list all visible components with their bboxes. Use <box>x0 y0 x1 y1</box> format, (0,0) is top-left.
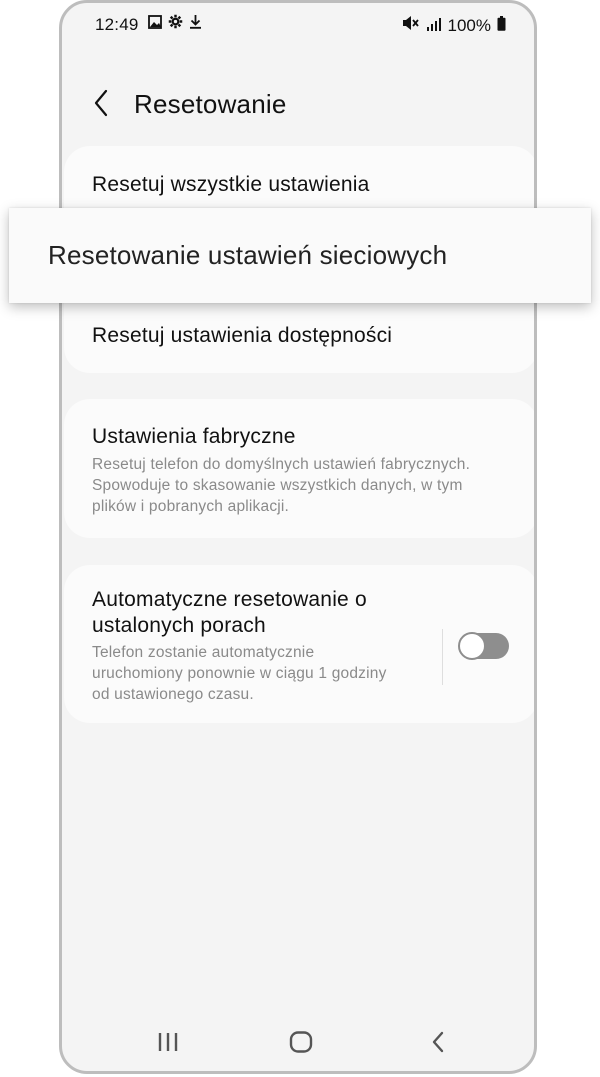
battery-icon <box>497 15 506 36</box>
status-icons-left <box>148 14 202 34</box>
back-button[interactable] <box>88 85 114 121</box>
auto-reset-desc-line: uruchomiony ponownie w ciągu 1 godziny <box>92 665 387 682</box>
factory-reset-card[interactable]: Ustawienia fabryczne Resetuj telefon do … <box>64 399 534 538</box>
phone-frame: 12:49 100% Resetowanie Resetuj wszystkie… <box>59 0 537 1074</box>
factory-reset-description: Resetuj telefon do domyślnych ustawień f… <box>92 454 470 517</box>
recent-apps-button[interactable] <box>148 1027 188 1057</box>
auto-reset-card[interactable]: Automatyczne resetowanie o ustalonych po… <box>64 565 534 723</box>
toggle-knob <box>458 632 486 660</box>
home-button[interactable] <box>281 1027 321 1057</box>
network-reset-item-highlight[interactable]: Resetowanie ustawień sieciowych <box>9 208 591 303</box>
auto-reset-title-line: Automatyczne resetowanie o <box>92 588 367 611</box>
back-icon <box>432 1031 444 1053</box>
recent-apps-icon <box>158 1033 178 1051</box>
network-reset-label: Resetowanie ustawień sieciowych <box>48 240 448 270</box>
toggle-divider <box>442 629 443 685</box>
reset-all-settings-item[interactable]: Resetuj wszystkie ustawienia <box>92 172 370 198</box>
nav-back-button[interactable] <box>418 1027 458 1057</box>
factory-reset-title: Ustawienia fabryczne <box>92 425 296 448</box>
chevron-left-icon <box>94 89 108 117</box>
navigation-bar <box>62 1011 534 1071</box>
mute-icon <box>402 15 420 36</box>
auto-reset-toggle[interactable] <box>458 632 509 660</box>
auto-reset-description: Telefon zostanie automatycznie uruchomio… <box>92 642 387 705</box>
reset-accessibility-settings-item[interactable]: Resetuj ustawienia dostępności <box>92 323 392 349</box>
auto-reset-desc-line: Telefon zostanie automatycznie <box>92 644 315 661</box>
status-time: 12:49 <box>95 15 139 34</box>
app-header: Resetowanie <box>62 81 534 127</box>
status-bar: 12:49 100% <box>62 3 534 47</box>
download-icon <box>189 14 202 34</box>
battery-percent: 100% <box>447 15 491 35</box>
auto-reset-title: Automatyczne resetowanie o ustalonych po… <box>92 587 367 639</box>
home-icon <box>289 1031 313 1053</box>
factory-reset-desc-line: plików i pobranych aplikacji. <box>92 498 290 515</box>
page-title: Resetowanie <box>134 89 287 119</box>
image-icon <box>148 14 162 34</box>
auto-reset-desc-line: od ustawionego czasu. <box>92 686 254 703</box>
status-icons-right: 100% <box>402 15 506 36</box>
gear-icon <box>168 14 183 34</box>
signal-icon <box>426 16 442 36</box>
factory-reset-desc-line: Resetuj telefon do domyślnych ustawień f… <box>92 456 471 473</box>
auto-reset-title-line: ustalonych porach <box>92 614 266 637</box>
factory-reset-desc-line: Spowoduje to skasowanie wszystkich danyc… <box>92 477 463 494</box>
